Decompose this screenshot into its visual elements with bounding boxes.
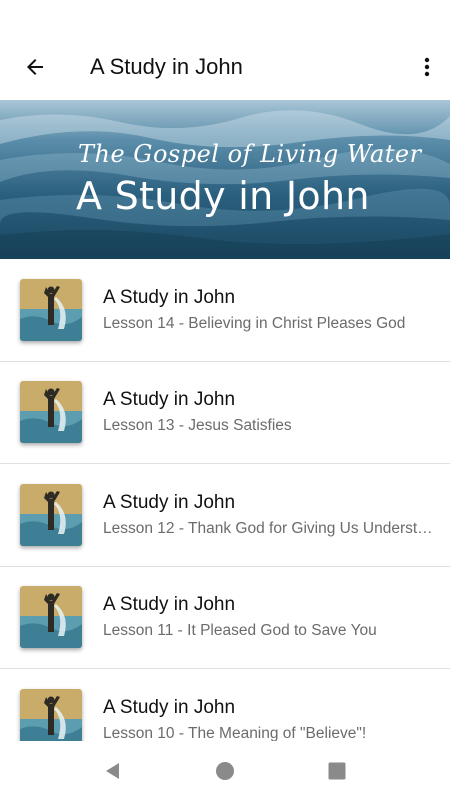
lesson-title: A Study in John — [103, 491, 236, 513]
banner-title: A Study in John — [76, 174, 370, 218]
more-options-button[interactable] — [404, 34, 450, 100]
lesson-thumbnail — [20, 381, 82, 444]
back-button[interactable] — [0, 34, 70, 100]
page-title: A Study in John — [90, 54, 243, 79]
lesson-subtitle: Lesson 14 - Believing in Christ Pleases … — [103, 314, 406, 332]
nav-back-button[interactable] — [57, 741, 169, 800]
nav-recents-button[interactable] — [281, 741, 393, 800]
nav-home-button[interactable] — [169, 741, 281, 800]
triangle-back-icon — [106, 762, 119, 779]
app-bar: A Study in John — [0, 34, 450, 100]
status-bar — [0, 0, 450, 34]
list-item[interactable]: A Study in John Lesson 14 - Believing in… — [0, 259, 450, 362]
system-nav-bar — [0, 741, 450, 800]
arrow-back-icon — [27, 59, 43, 75]
lesson-thumbnail — [20, 688, 82, 741]
lesson-list: A Study in John Lesson 14 - Believing in… — [0, 259, 450, 741]
lesson-subtitle: Lesson 12 - Thank God for Giving Us Unde… — [103, 519, 435, 537]
lesson-title: A Study in John — [103, 594, 236, 616]
list-item[interactable]: A Study in John Lesson 10 - The Meaning … — [0, 669, 450, 741]
list-item[interactable]: A Study in John Lesson 13 - Jesus Satisf… — [0, 361, 450, 464]
lesson-thumbnail — [20, 278, 82, 341]
square-recents-icon — [328, 762, 346, 779]
list-item[interactable]: A Study in John Lesson 12 - Thank God fo… — [0, 464, 450, 567]
list-item[interactable]: A Study in John Lesson 11 - It Pleased G… — [0, 566, 450, 669]
lesson-subtitle: Lesson 11 - It Pleased God to Save You — [103, 622, 377, 640]
lesson-subtitle: Lesson 13 - Jesus Satisfies — [103, 417, 292, 435]
circle-home-icon — [216, 761, 234, 780]
lesson-thumbnail — [20, 483, 82, 546]
lesson-title: A Study in John — [103, 286, 236, 308]
lesson-title: A Study in John — [103, 389, 236, 411]
lesson-title: A Study in John — [103, 696, 236, 718]
more-vert-icon — [424, 57, 430, 77]
lesson-subtitle: Lesson 10 - The Meaning of "Believe"! — [103, 724, 367, 741]
lesson-thumbnail — [20, 586, 82, 649]
series-banner: The Gospel of Living Water A Study in Jo… — [0, 100, 450, 259]
banner-subtitle: The Gospel of Living Water — [78, 140, 422, 168]
